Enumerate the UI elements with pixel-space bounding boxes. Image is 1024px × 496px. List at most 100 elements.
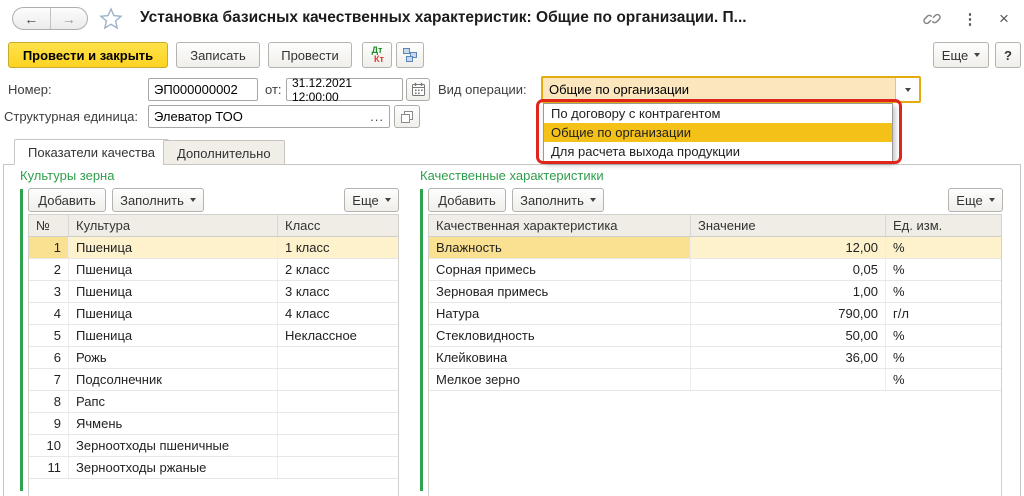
toolbar-more-button[interactable]: Еще <box>933 42 989 68</box>
cell[interactable]: 7 <box>29 369 69 390</box>
date-input[interactable]: 31.12.2021 12:00:00 <box>286 78 403 101</box>
operation-option[interactable]: Для расчета выхода продукции <box>544 142 892 161</box>
column-header[interactable]: Культура <box>69 215 278 236</box>
cell[interactable]: Клейковина <box>429 347 691 368</box>
cell[interactable]: Мелкое зерно <box>429 369 691 390</box>
cell[interactable]: 1 класс <box>278 237 398 258</box>
tab-additional[interactable]: Дополнительно <box>163 140 285 165</box>
cell[interactable]: Подсолнечник <box>69 369 278 390</box>
cell[interactable]: 3 класс <box>278 281 398 302</box>
column-header[interactable]: № <box>29 215 69 236</box>
cell[interactable]: 9 <box>29 413 69 434</box>
open-unit-button[interactable] <box>394 105 420 128</box>
operation-option[interactable]: По договору с контрагентом <box>544 104 892 123</box>
cell[interactable]: 5 <box>29 325 69 346</box>
cell[interactable]: Пшеница <box>69 303 278 324</box>
table-row[interactable]: 6Рожь <box>29 347 398 369</box>
table-row[interactable]: 4Пшеница4 класс <box>29 303 398 325</box>
table-row[interactable]: Стекловидность50,00% <box>429 325 1001 347</box>
cell[interactable]: % <box>886 369 1001 390</box>
help-button[interactable]: ? <box>995 42 1021 68</box>
operation-value[interactable]: Общие по организации <box>543 78 895 101</box>
column-header[interactable]: Класс <box>278 215 398 236</box>
table-row[interactable]: 1Пшеница1 класс <box>29 237 398 259</box>
operation-dropdown-button[interactable] <box>895 78 919 101</box>
table-row[interactable]: 2Пшеница2 класс <box>29 259 398 281</box>
cell[interactable] <box>278 435 398 456</box>
table-row[interactable]: 3Пшеница3 класс <box>29 281 398 303</box>
copy-link-icon[interactable] <box>920 8 944 30</box>
table-row[interactable]: 5ПшеницаНеклассное <box>29 325 398 347</box>
cell[interactable]: Рапс <box>69 391 278 412</box>
calendar-button[interactable] <box>406 78 430 101</box>
table-row[interactable]: 10Зерноотходы пшеничные <box>29 435 398 457</box>
cell[interactable]: % <box>886 281 1001 302</box>
close-icon[interactable]: × <box>992 8 1016 30</box>
cell[interactable]: 10 <box>29 435 69 456</box>
table-row[interactable]: 8Рапс <box>29 391 398 413</box>
cell[interactable]: 1 <box>29 237 69 258</box>
cell[interactable] <box>278 347 398 368</box>
dtkt-button[interactable]: ДтКт <box>362 42 392 68</box>
cell[interactable]: % <box>886 347 1001 368</box>
cell[interactable]: 2 <box>29 259 69 280</box>
unit-input[interactable]: Элеватор ТОО ... <box>148 105 390 128</box>
column-header[interactable]: Качественная характеристика <box>429 215 691 236</box>
cell[interactable]: 12,00 <box>691 237 886 258</box>
document-structure-button[interactable] <box>396 42 424 68</box>
cell[interactable] <box>278 391 398 412</box>
cell[interactable]: Сорная примесь <box>429 259 691 280</box>
table-row[interactable]: Влажность12,00% <box>429 237 1001 259</box>
quality-fill-button[interactable]: Заполнить <box>512 188 604 212</box>
cell[interactable] <box>278 369 398 390</box>
cell[interactable]: % <box>886 237 1001 258</box>
cell[interactable]: Натура <box>429 303 691 324</box>
forward-button[interactable]: → <box>51 8 88 29</box>
table-row[interactable]: 7Подсолнечник <box>29 369 398 391</box>
grain-more-button[interactable]: Еще <box>344 188 399 212</box>
table-row[interactable]: 9Ячмень <box>29 413 398 435</box>
choose-button[interactable]: ... <box>362 109 384 124</box>
cell[interactable]: Пшеница <box>69 237 278 258</box>
cell[interactable]: 50,00 <box>691 325 886 346</box>
cell[interactable]: Неклассное <box>278 325 398 346</box>
column-header[interactable]: Значение <box>691 215 886 236</box>
table-row[interactable]: Зерновая примесь1,00% <box>429 281 1001 303</box>
cell[interactable]: Пшеница <box>69 325 278 346</box>
cell[interactable]: 0,05 <box>691 259 886 280</box>
column-header[interactable]: Ед. изм. <box>886 215 1001 236</box>
cell[interactable]: Зерноотходы ржаные <box>69 457 278 478</box>
table-row[interactable]: Сорная примесь0,05% <box>429 259 1001 281</box>
cell[interactable]: 36,00 <box>691 347 886 368</box>
quality-add-button[interactable]: Добавить <box>428 188 506 212</box>
window-menu-icon[interactable]: ⋮ <box>958 8 982 30</box>
table-row[interactable]: 11Зерноотходы ржаные <box>29 457 398 479</box>
post-and-close-button[interactable]: Провести и закрыть <box>8 42 168 68</box>
table-row[interactable]: Натура790,00г/л <box>429 303 1001 325</box>
cell[interactable]: 8 <box>29 391 69 412</box>
cell[interactable]: Ячмень <box>69 413 278 434</box>
cell[interactable]: Рожь <box>69 347 278 368</box>
cell[interactable] <box>278 413 398 434</box>
cell[interactable]: Влажность <box>429 237 691 258</box>
cell[interactable]: 4 <box>29 303 69 324</box>
operation-option[interactable]: Общие по организации <box>544 123 892 142</box>
cell[interactable]: Пшеница <box>69 259 278 280</box>
cell[interactable] <box>691 369 886 390</box>
table-row[interactable]: Клейковина36,00% <box>429 347 1001 369</box>
cell[interactable]: % <box>886 325 1001 346</box>
number-input[interactable]: ЭП000000002 <box>148 78 258 101</box>
cell[interactable]: 1,00 <box>691 281 886 302</box>
operation-combobox[interactable]: Общие по организации <box>541 76 921 103</box>
favorite-star-icon[interactable] <box>99 7 123 30</box>
cell[interactable]: Зерновая примесь <box>429 281 691 302</box>
write-button[interactable]: Записать <box>176 42 260 68</box>
cell[interactable]: Зерноотходы пшеничные <box>69 435 278 456</box>
cell[interactable]: 790,00 <box>691 303 886 324</box>
grain-add-button[interactable]: Добавить <box>28 188 106 212</box>
cell[interactable]: г/л <box>886 303 1001 324</box>
quality-more-button[interactable]: Еще <box>948 188 1003 212</box>
table-row[interactable]: Мелкое зерно% <box>429 369 1001 391</box>
tab-quality-indicators[interactable]: Показатели качества <box>14 139 169 165</box>
cell[interactable]: 3 <box>29 281 69 302</box>
